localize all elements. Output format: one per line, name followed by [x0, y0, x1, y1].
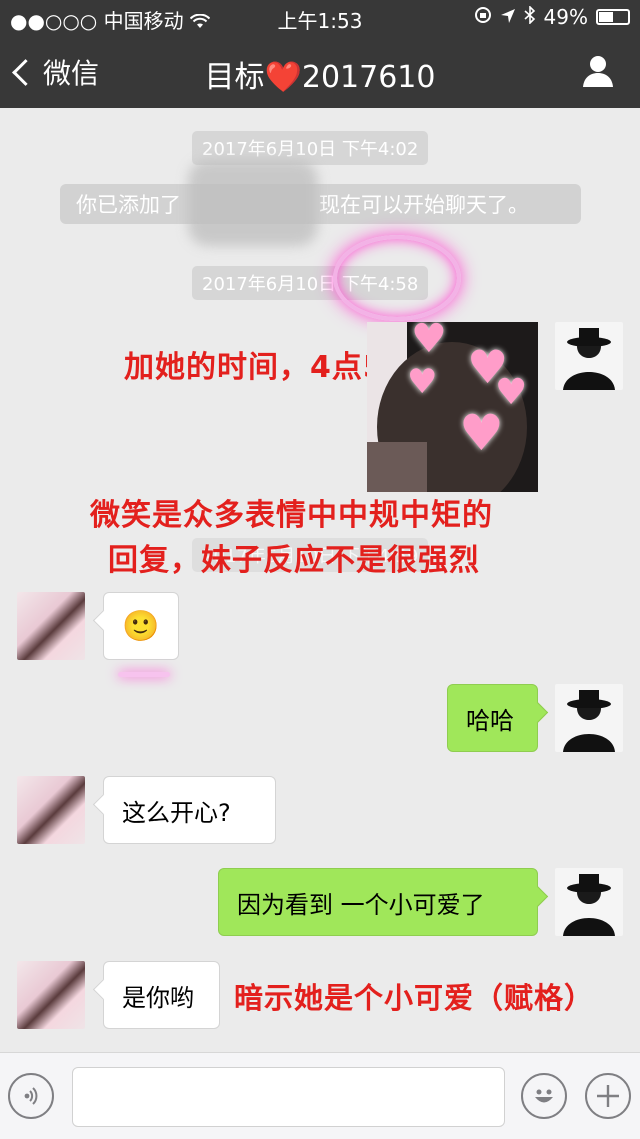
message-bubble-received[interactable]: 🙂 [103, 592, 179, 660]
input-bar [0, 1052, 640, 1139]
message-text: 因为看到 一个小可爱了 [237, 890, 485, 919]
smile-emoji: 🙂 [122, 608, 160, 644]
more-plus-button[interactable] [585, 1073, 631, 1119]
avatar-self[interactable] [555, 684, 623, 752]
voice-toggle-button[interactable] [8, 1073, 54, 1119]
message-input[interactable] [72, 1067, 505, 1127]
avatar-self[interactable] [555, 868, 623, 936]
message-bubble-sent[interactable]: 哈哈 [447, 684, 538, 752]
chat-title: 目标❤️2017610 [0, 52, 640, 96]
avatar-contact[interactable] [17, 961, 85, 1029]
avatar-contact[interactable] [17, 776, 85, 844]
battery-percent: 49% [543, 5, 588, 29]
sent-photo[interactable]: ♥ ♥ ♥ ♥ ♥ [367, 322, 538, 492]
contact-profile-icon[interactable] [582, 54, 614, 88]
system-message-right: 现在可以开始聊天了。 [319, 193, 529, 217]
bluetooth-icon [524, 5, 536, 29]
status-bar: ●●○○○ 中国移动 上午1:53 49% [0, 0, 640, 36]
rotation-lock-icon [474, 5, 492, 29]
message-bubble-received[interactable]: 是你哟 [103, 961, 220, 1029]
status-right: 49% [474, 5, 630, 29]
avatar-contact[interactable] [17, 592, 85, 660]
annotation-smile-line2: 回复，妹子反应不是很强烈 [108, 543, 480, 578]
smiley-icon [535, 1089, 553, 1103]
heart-emoji: ❤️ [264, 60, 302, 95]
avatar-self[interactable] [555, 322, 623, 390]
message-bubble-received[interactable]: 这么开心? [103, 776, 276, 844]
heart-sticker: ♥ [411, 322, 447, 362]
message-text: 是你哟 [122, 983, 194, 1012]
message-text: 哈哈 [466, 706, 514, 735]
battery-level [599, 12, 613, 22]
system-message: 你已添加了 现在可以开始聊天了。 [60, 184, 581, 224]
heart-sticker: ♥ [459, 404, 504, 462]
title-prefix: 目标 [204, 60, 265, 95]
highlight-underline [118, 672, 170, 677]
annotation-smile-line1: 微笑是众多表情中中规中矩的 [90, 498, 493, 533]
system-message-left: 你已添加了 [76, 193, 181, 217]
plus-icon [597, 1085, 619, 1107]
battery-icon [596, 9, 630, 25]
emoji-button[interactable] [521, 1073, 567, 1119]
title-suffix: 2017610 [301, 60, 436, 95]
photo-chair [367, 442, 427, 492]
nav-bar: 微信 目标❤️2017610 [0, 36, 640, 108]
voice-icon [24, 1087, 38, 1105]
highlight-circle [333, 235, 461, 321]
heart-sticker: ♥ [407, 362, 438, 402]
message-bubble-sent[interactable]: 因为看到 一个小可爱了 [218, 868, 538, 936]
message-text: 这么开心? [122, 798, 231, 827]
annotation-hint: 暗示她是个小可爱（赋格） [234, 981, 595, 1015]
location-icon [500, 5, 516, 29]
redacted-name-mosaic [188, 160, 318, 246]
